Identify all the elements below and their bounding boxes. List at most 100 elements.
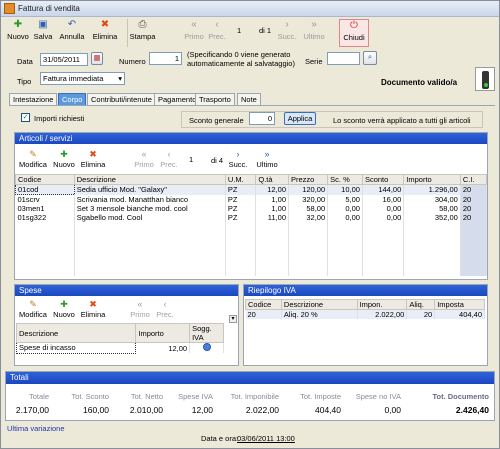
articoli-column-header[interactable]: Descrizione xyxy=(73,174,226,185)
articoli-edit-button[interactable]: ✎ Modifica xyxy=(18,149,48,169)
date-field[interactable]: 31/05/2011 xyxy=(40,53,88,66)
table-row[interactable]: 20 Aliq. 20 % 2.022,00 20 404,40 xyxy=(245,309,485,319)
tab-pagamento[interactable]: Pagamento xyxy=(154,93,201,105)
articoli-header: Articoli / servizi xyxy=(15,133,487,144)
tab-trasporto[interactable]: Trasporto xyxy=(195,93,235,105)
spese-first-button[interactable]: «Primo xyxy=(129,299,151,319)
iva-column-header[interactable]: Impon. xyxy=(356,299,408,310)
table-row[interactable]: 01sg322 Sgabello mod. Cool PZ 11,00 32,00 0,0… xyxy=(15,213,488,222)
close-button[interactable]: ⏻ Chiudi xyxy=(339,19,369,47)
double-chevron-left-icon: « xyxy=(141,149,147,159)
table-cell: PZ xyxy=(225,194,257,204)
articoli-new-button[interactable]: ✚ Nuovo xyxy=(51,149,77,169)
page-number: 1 xyxy=(237,26,242,35)
articoli-column-header[interactable]: Importo xyxy=(403,174,461,185)
table-cell: 01scrv xyxy=(15,194,75,204)
table-cell: 16,00 xyxy=(362,194,405,204)
pencil-icon: ✎ xyxy=(29,149,37,159)
chevron-left-icon: ‹ xyxy=(167,149,171,159)
new-button[interactable]: ✚ Nuovo xyxy=(6,19,30,47)
spese-edit-button[interactable]: ✎ Modifica xyxy=(18,299,48,319)
undo-icon: ↶ xyxy=(67,19,77,30)
table-row[interactable]: 03men1 Set 3 mensole bianche mod. cool PZ 1… xyxy=(15,204,488,213)
articoli-column-header[interactable]: Q.tà xyxy=(255,174,289,185)
articoli-column-header[interactable]: Prezzo xyxy=(287,174,329,185)
table-cell: 2.022,00 xyxy=(357,309,408,319)
tab-corpo[interactable]: Corpo xyxy=(58,93,87,105)
table-row[interactable]: 01scrv Scrivania mod. Manatthan bianco PZ 1… xyxy=(15,194,488,204)
spese-delete-button[interactable]: ✖ Elimina xyxy=(79,299,107,319)
spese-column-header[interactable]: Sogg. IVA xyxy=(189,323,224,343)
empty-row xyxy=(15,249,488,258)
importi-richiesti-checkbox[interactable]: ✓ xyxy=(21,113,30,122)
double-chevron-left-icon: « xyxy=(137,299,143,309)
articoli-last-button[interactable]: » Ultimo xyxy=(253,149,281,169)
spese-new-button[interactable]: ✚ Nuovo xyxy=(51,299,77,319)
table-cell: 1.296,00 xyxy=(403,184,461,195)
articoli-first-button[interactable]: «Primo xyxy=(133,149,155,169)
iva-column-header[interactable]: Imposta xyxy=(434,299,485,310)
type-label: Tipo xyxy=(17,77,32,86)
spese-header: Spese xyxy=(15,285,238,296)
table-cell: 58,00 xyxy=(288,204,329,213)
tab-note[interactable]: Note xyxy=(237,93,261,105)
articoli-prev-button[interactable]: ‹ Prec. xyxy=(159,149,179,169)
total-label: Totale xyxy=(28,392,49,401)
calendar-icon[interactable]: ▦ xyxy=(91,52,103,65)
total-value: 12,00 xyxy=(191,405,213,415)
sconto-generale-field[interactable]: 0 xyxy=(249,112,275,125)
table-cell: 304,00 xyxy=(403,194,461,204)
vat-status-icon xyxy=(189,342,224,353)
articoli-table: Codice Descrizione U.M. Q.tà Prezzo Sc. % Scon… xyxy=(15,174,488,276)
sconto-generale-label: Sconto generale xyxy=(189,116,244,125)
applica-button[interactable]: Applica xyxy=(284,112,316,125)
save-button[interactable]: ▣ Salva xyxy=(31,19,55,47)
title-bar: Fattura di vendita xyxy=(1,1,499,17)
search-icon[interactable]: ⌕ xyxy=(363,51,377,65)
spese-column-header[interactable]: Importo xyxy=(135,323,191,343)
total-label: Tot. Imponibile xyxy=(230,392,279,401)
next-button[interactable]: › Succ. xyxy=(277,19,297,47)
articoli-delete-button[interactable]: ✖ Elimina xyxy=(79,149,107,169)
prev-button[interactable]: ‹ Prec. xyxy=(207,19,227,47)
delete-x-icon: ✖ xyxy=(100,19,110,30)
pencil-icon: ✎ xyxy=(29,299,37,309)
undo-button[interactable]: ↶ Annulla xyxy=(56,19,88,47)
spese-prev-button[interactable]: ‹ Prec. xyxy=(155,299,175,319)
articoli-column-header[interactable]: Sc. % xyxy=(327,174,363,185)
table-row[interactable]: 01cod Sedia ufficio Mod. "Galaxy" PZ 12,00 1… xyxy=(15,184,488,195)
first-button[interactable]: «Primo xyxy=(183,19,205,47)
scroll-arrow-icon[interactable]: ▾ xyxy=(229,315,237,323)
number-field[interactable]: 1 xyxy=(149,52,182,65)
table-cell: 404,40 xyxy=(434,309,485,319)
iva-column-header[interactable]: Aliq. xyxy=(406,299,436,310)
iva-table: Codice Descrizione Impon. Aliq. Imposta 20 Al… xyxy=(245,299,485,319)
table-cell: 0,00 xyxy=(327,213,363,222)
series-field[interactable] xyxy=(327,52,360,65)
print-button[interactable]: ⎙ Stampa xyxy=(127,19,157,47)
articoli-column-header[interactable]: C.I. xyxy=(459,174,488,185)
articoli-next-button[interactable]: › Succ. xyxy=(227,149,249,169)
tab-contributi[interactable]: Contributi/intenute xyxy=(87,93,156,105)
table-cell: Aliq. 20 % xyxy=(281,309,358,319)
articoli-column-header[interactable]: Sconto xyxy=(361,174,405,185)
articoli-column-header[interactable]: Codice xyxy=(15,174,75,185)
articoli-page-number: 1 xyxy=(189,155,194,164)
last-button[interactable]: » Ultimo xyxy=(301,19,327,47)
importi-richiesti-label: Importi richiesti xyxy=(34,114,85,123)
iva-column-header[interactable]: Codice xyxy=(245,299,282,310)
app-icon xyxy=(4,3,15,14)
empty-row xyxy=(15,267,488,276)
spese-column-header[interactable]: Descrizione xyxy=(15,323,137,343)
articoli-column-header[interactable]: U.M. xyxy=(224,174,257,185)
tab-intestazione[interactable]: Intestazione xyxy=(9,93,58,105)
type-select[interactable]: Fattura immediata ▾ xyxy=(40,72,125,85)
table-cell: 12,00 xyxy=(255,184,289,195)
double-chevron-right-icon: » xyxy=(264,149,270,159)
delete-button[interactable]: ✖ Elimina xyxy=(89,19,121,47)
plus-icon: ✚ xyxy=(60,149,68,159)
table-cell: 01cod xyxy=(15,184,75,195)
table-cell: 120,00 xyxy=(288,184,329,195)
table-row[interactable]: Spese di incasso 12,00 xyxy=(15,342,224,354)
iva-column-header[interactable]: Descrizione xyxy=(280,299,358,310)
